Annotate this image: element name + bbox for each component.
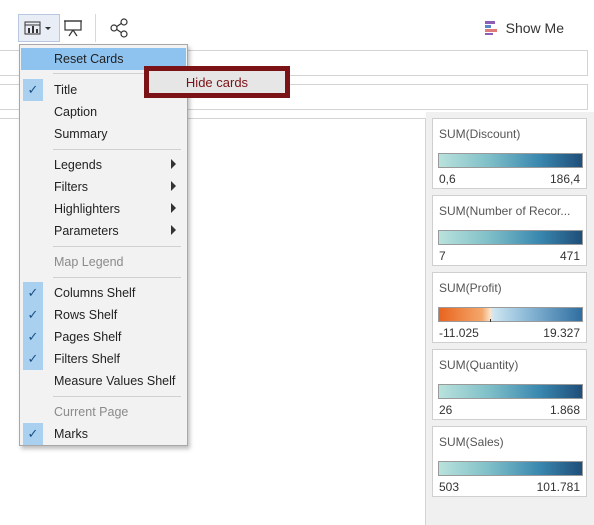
menu-item-label: Pages Shelf — [54, 330, 122, 344]
checkmark-icon: ✓ — [23, 348, 43, 370]
menu-item-parameters[interactable]: Parameters — [21, 220, 186, 242]
presentation-mode-icon — [64, 20, 82, 37]
legend-min: 503 — [439, 480, 460, 494]
menu-item-label: Reset Cards — [54, 52, 124, 66]
menu-item-label: Columns Shelf — [54, 286, 136, 300]
share-button[interactable] — [106, 14, 132, 42]
menu-item-columns-shelf[interactable]: ✓ Columns Shelf — [21, 282, 186, 304]
tooltip-text: Hide cards — [149, 71, 285, 93]
menu-item-label: Caption — [54, 105, 98, 119]
show-me-button[interactable]: Show Me — [484, 14, 564, 42]
color-ramp — [438, 384, 583, 399]
legend-max: 186,4 — [549, 172, 580, 186]
menu-item-caption[interactable]: Caption — [21, 101, 186, 123]
legend-card-quantity[interactable]: SUM(Quantity) 26 1.868 — [432, 349, 587, 420]
color-ramp — [438, 307, 583, 322]
legend-min: 26 — [439, 403, 453, 417]
legend-card-discount[interactable]: SUM(Discount) 0,6 186,4 — [432, 118, 587, 189]
checkmark-icon: ✓ — [23, 326, 43, 348]
legend-title: SUM(Sales) — [439, 435, 504, 449]
legend-max: 1.868 — [549, 403, 580, 417]
checkmark-icon: ✓ — [23, 423, 43, 445]
menu-separator — [53, 149, 181, 150]
menu-item-map-legend: Map Legend — [21, 251, 186, 273]
menu-separator — [53, 246, 181, 247]
menu-item-label: Summary — [54, 127, 108, 141]
menu-item-label: Marks — [54, 427, 89, 441]
menu-item-label: Rows Shelf — [54, 308, 118, 322]
submenu-arrow-icon — [171, 203, 176, 213]
menu-item-measure-values-shelf[interactable]: Measure Values Shelf — [21, 370, 186, 392]
menu-item-label: Parameters — [54, 224, 119, 238]
show-me-icon — [484, 21, 497, 35]
presentation-mode-button[interactable] — [60, 14, 86, 42]
menu-item-label: Title — [54, 83, 78, 97]
hide-cards-tooltip: Hide cards — [144, 66, 290, 98]
menu-separator — [53, 396, 181, 397]
menu-item-label: Filters Shelf — [54, 352, 120, 366]
menu-item-filters[interactable]: Filters — [21, 176, 186, 198]
show-hide-cards-icon — [24, 21, 51, 35]
legend-min: 0,6 — [439, 172, 456, 186]
checkmark-icon: ✓ — [23, 282, 43, 304]
menu-item-label: Filters — [54, 180, 89, 194]
menu-item-pages-shelf[interactable]: ✓ Pages Shelf — [21, 326, 186, 348]
menu-item-summary[interactable]: Summary — [21, 123, 186, 145]
cards-menu: Reset Cards ✓ Title Caption Summary Lege… — [19, 44, 188, 446]
legend-max: 471 — [559, 249, 580, 263]
menu-item-rows-shelf[interactable]: ✓ Rows Shelf — [21, 304, 186, 326]
legend-max: 101.781 — [536, 480, 580, 494]
submenu-arrow-icon — [171, 181, 176, 191]
menu-item-label: Highlighters — [54, 202, 121, 216]
toolbar-separator — [95, 14, 96, 42]
menu-item-highlighters[interactable]: Highlighters — [21, 198, 186, 220]
toolbar: Show Me — [0, 0, 594, 48]
menu-item-label: Current Page — [54, 405, 129, 419]
menu-separator — [53, 277, 181, 278]
submenu-arrow-icon — [171, 225, 176, 235]
legend-title: SUM(Number of Recor... — [439, 204, 571, 218]
legend-card-number-of-records[interactable]: SUM(Number of Recor... 7 471 — [432, 195, 587, 266]
share-icon — [110, 18, 128, 38]
menu-item-legends[interactable]: Legends — [21, 154, 186, 176]
checkmark-icon: ✓ — [23, 304, 43, 326]
legend-card-profit[interactable]: SUM(Profit) -11.025 19.327 — [432, 272, 587, 343]
menu-item-marks[interactable]: ✓ Marks — [21, 423, 186, 445]
color-ramp — [438, 461, 583, 476]
legend-title: SUM(Quantity) — [439, 358, 519, 372]
menu-item-current-page: Current Page — [21, 401, 186, 423]
legend-title: SUM(Profit) — [439, 281, 502, 295]
legend-min: 7 — [439, 249, 446, 263]
legend-min: -11.025 — [439, 326, 479, 340]
menu-item-label: Map Legend — [54, 255, 124, 269]
legend-title: SUM(Discount) — [439, 127, 521, 141]
color-ramp — [438, 153, 583, 168]
color-ramp — [438, 230, 583, 245]
menu-item-filters-shelf[interactable]: ✓ Filters Shelf — [21, 348, 186, 370]
submenu-arrow-icon — [171, 159, 176, 169]
legend-max: 19.327 — [543, 326, 580, 340]
checkmark-icon: ✓ — [23, 79, 43, 101]
show-me-label: Show Me — [505, 20, 564, 36]
menu-item-label: Measure Values Shelf — [54, 374, 176, 388]
zero-tick — [490, 319, 491, 322]
legend-card-sales[interactable]: SUM(Sales) 503 101.781 — [432, 426, 587, 497]
menu-item-label: Legends — [54, 158, 102, 172]
show-hide-cards-button[interactable] — [18, 14, 60, 42]
